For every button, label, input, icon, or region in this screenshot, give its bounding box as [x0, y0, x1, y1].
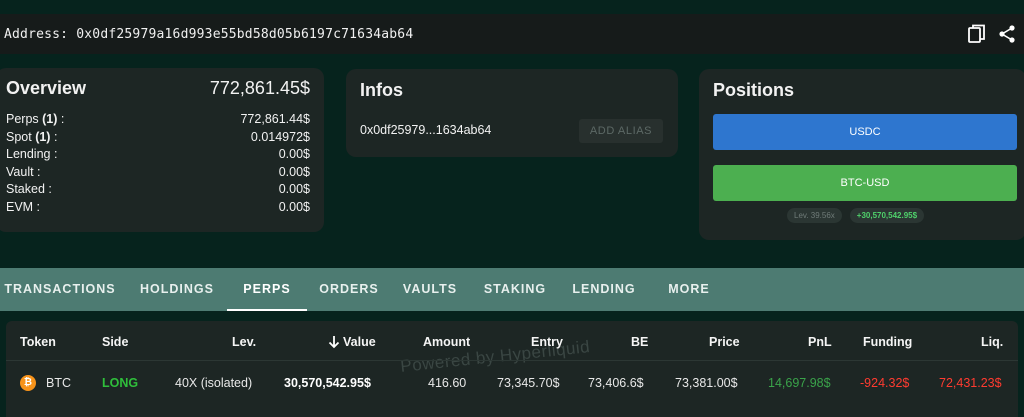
- tab-lending[interactable]: LENDING: [564, 268, 644, 311]
- cell-lev: 40X (isolated): [175, 376, 253, 390]
- header-entry[interactable]: Entry: [531, 335, 563, 349]
- overview-row-perps: Perps (1) : 772,861.44$: [6, 111, 310, 129]
- overview-row-value: 0.00$: [278, 164, 310, 179]
- position-chips: Lev. 39.56x +30,570,542.95$: [787, 208, 925, 223]
- header-amount[interactable]: Amount: [423, 335, 470, 349]
- infos-card: Infos 0x0df25979...1634ab64 ADD ALIAS: [346, 69, 678, 157]
- header-liq[interactable]: Liq.: [981, 335, 1003, 349]
- overview-rows: Perps (1) : 772,861.44$ Spot (1) : 0.014…: [6, 111, 310, 216]
- header-token[interactable]: Token: [20, 335, 56, 349]
- add-alias-button[interactable]: ADD ALIAS: [579, 119, 663, 143]
- overview-row-spot: Spot (1) : 0.014972$: [6, 129, 310, 147]
- overview-row-label: Lending :: [6, 147, 58, 161]
- cell-entry: 73,345.70$: [497, 376, 560, 390]
- wallet-address: Address: 0x0df25979a16d993e55bd58d05b619…: [4, 26, 414, 42]
- overview-row-evm: EVM : 0.00$: [6, 199, 310, 217]
- tab-holdings[interactable]: HOLDINGS: [128, 268, 226, 311]
- cell-price: 73,381.00$: [675, 376, 738, 390]
- cell-pnl: 14,697.98$: [768, 376, 831, 390]
- usdc-position-button[interactable]: USDC: [713, 114, 1017, 150]
- perps-table: Powered by Hyperliquid Token Side Lev. V…: [6, 321, 1018, 417]
- overview-row-value: 0.00$: [278, 182, 310, 196]
- overview-row-value: 0.00$: [278, 147, 310, 161]
- btc-usd-position-button[interactable]: BTC-USD: [713, 165, 1017, 201]
- overview-row-label: EVM :: [6, 199, 41, 214]
- overview-row-label: Perps (1) :: [6, 112, 65, 126]
- table-divider: [6, 360, 1018, 361]
- tab-more[interactable]: MORE: [658, 268, 720, 311]
- tab-staking[interactable]: STAKING: [476, 268, 554, 311]
- tab-orders[interactable]: ORDERS: [312, 268, 386, 311]
- overview-row-value: 0.014972$: [250, 129, 310, 144]
- positions-title: Positions: [713, 80, 795, 100]
- header-price[interactable]: Price: [709, 335, 740, 349]
- cell-amount: 416.60: [428, 376, 467, 390]
- cell-funding: -924.32$: [860, 376, 910, 390]
- copy-icon[interactable]: [966, 22, 988, 46]
- address-actions: [966, 22, 1018, 46]
- cell-side: LONG: [102, 376, 139, 390]
- infos-title: Infos: [360, 80, 403, 100]
- tabs-bar: TRANSACTIONS HOLDINGS PERPS ORDERS VAULT…: [0, 268, 1024, 311]
- overview-row-lending: Lending : 0.00$: [6, 146, 310, 164]
- address-bar: Address: 0x0df25979a16d993e55bd58d05b619…: [0, 14, 1024, 54]
- tab-transactions[interactable]: TRANSACTIONS: [0, 268, 120, 311]
- arrow-down-icon: [328, 336, 340, 349]
- overview-row-value: 772,861.44$: [240, 112, 310, 126]
- leverage-chip: Lev. 39.56x: [787, 208, 842, 223]
- tab-vaults[interactable]: VAULTS: [394, 268, 466, 311]
- short-address: 0x0df25979...1634ab64: [360, 123, 492, 137]
- header-lev[interactable]: Lev.: [232, 335, 256, 349]
- cell-value: 30,570,542.95$: [284, 376, 371, 390]
- header-pnl[interactable]: PnL: [808, 335, 832, 349]
- cell-token: BTC: [46, 376, 71, 390]
- tab-perps[interactable]: PERPS: [227, 268, 307, 311]
- header-value[interactable]: Value: [328, 335, 376, 349]
- positions-card: Positions USDC BTC-USD Lev. 39.56x +30,5…: [699, 69, 1024, 240]
- overview-title: Overview: [6, 78, 87, 98]
- overview-row-value: 0.00$: [278, 199, 310, 214]
- cell-liq: 72,431.23$: [939, 376, 1002, 390]
- overview-card: Overview 772,861.45$ Perps (1) : 772,861…: [0, 68, 324, 232]
- header-value-label: Value: [343, 335, 376, 349]
- header-funding[interactable]: Funding: [863, 335, 912, 349]
- cell-be: 73,406.6$: [588, 376, 644, 390]
- overview-row-label: Vault :: [6, 164, 41, 179]
- share-icon[interactable]: [996, 22, 1018, 46]
- pnl-chip: +30,570,542.95$: [849, 208, 925, 223]
- header-side[interactable]: Side: [102, 335, 128, 349]
- overview-row-staked: Staked : 0.00$: [6, 181, 310, 199]
- overview-row-label: Staked :: [6, 182, 52, 196]
- overview-total: 772,861.45$: [209, 78, 310, 98]
- header-be[interactable]: BE: [631, 335, 648, 349]
- overview-row-label: Spot (1) :: [6, 129, 58, 144]
- overview-row-vault: Vault : 0.00$: [6, 164, 310, 182]
- bitcoin-icon: ₿: [20, 375, 36, 391]
